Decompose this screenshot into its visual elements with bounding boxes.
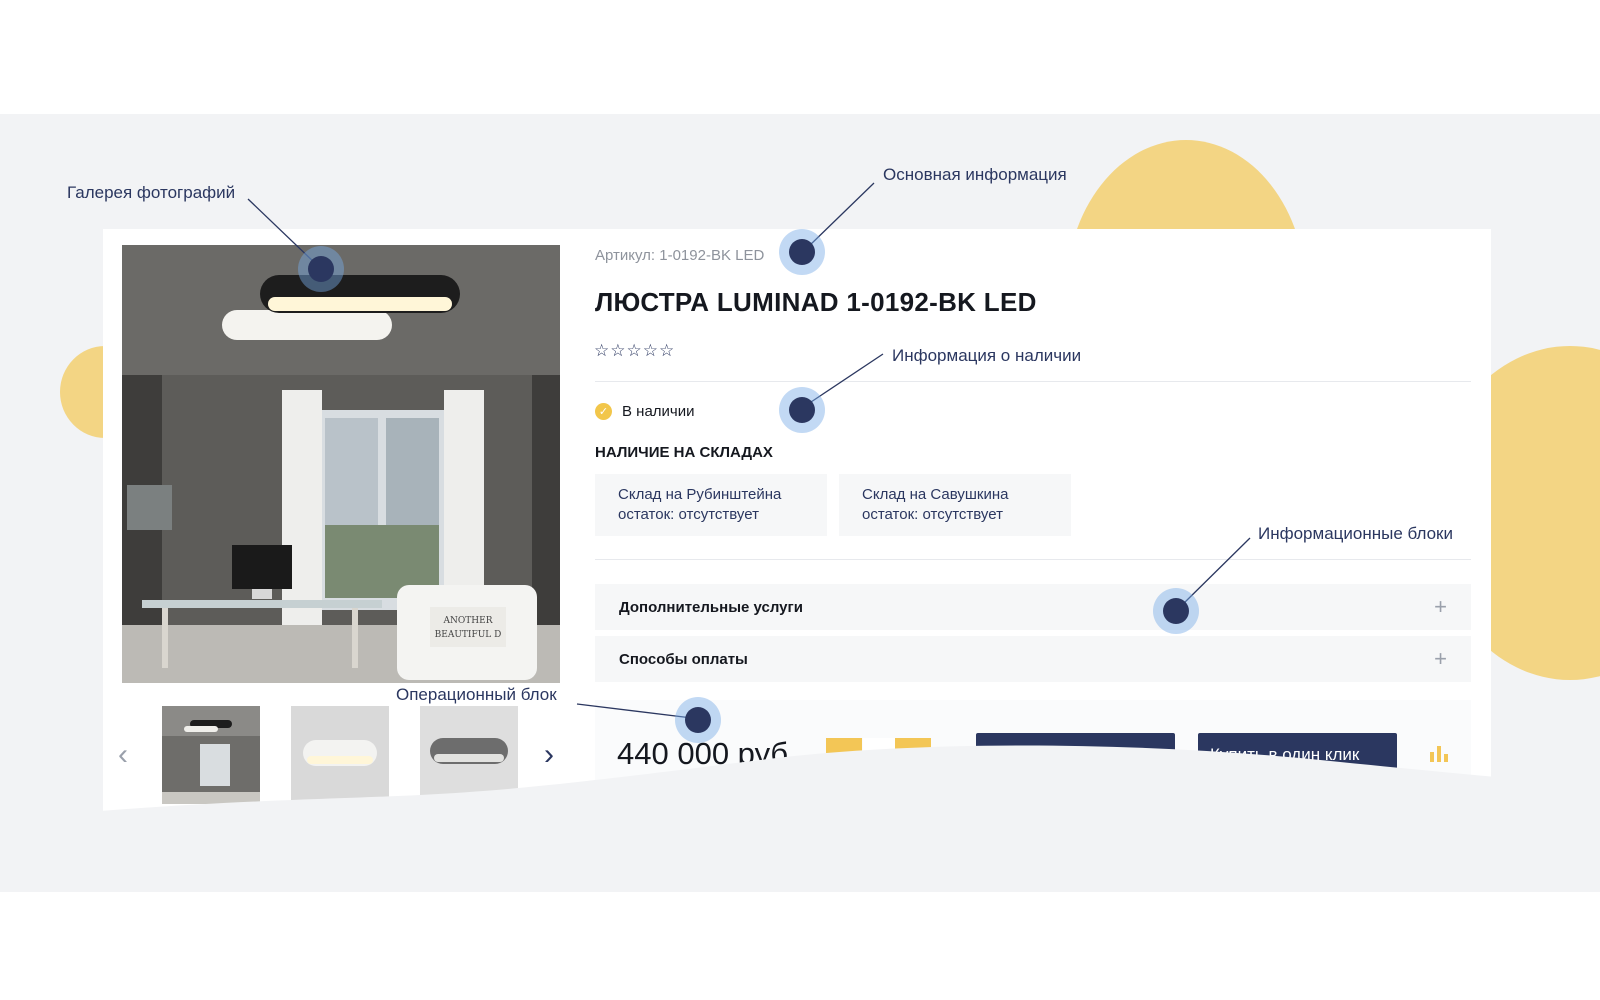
annotation-availability: Информация о наличии	[892, 346, 1082, 365]
warehouse-name: Склад на Савушкина	[862, 486, 1009, 503]
annotation-marker	[298, 246, 344, 292]
check-circle-icon: ✓	[595, 403, 612, 420]
product-sku: Артикул: 1-0192-BK LED	[595, 247, 765, 264]
annotation-marker	[675, 697, 721, 743]
annotation-marker	[1153, 588, 1199, 634]
warehouse-card: Склад на Савушкина остаток: отсутствует	[839, 474, 1071, 536]
warehouses-heading: НАЛИЧИЕ НА СКЛАДАХ	[595, 444, 773, 461]
accordion-label: Дополнительные услуги	[619, 598, 803, 616]
warehouse-remainder: остаток: отсутствует	[618, 506, 759, 523]
warehouse-card: Склад на Рубинштейна остаток: отсутствуе…	[595, 474, 827, 536]
product-title: ЛЮСТРА LUMINAD 1-0192-BK LED	[595, 287, 1037, 317]
stock-status: ✓ В наличии	[595, 403, 695, 420]
annotation-gallery: Галерея фотографий	[67, 183, 236, 202]
svg-text:BEAUTIFUL D: BEAUTIFUL D	[435, 630, 502, 640]
svg-text:ANOTHER: ANOTHER	[443, 616, 493, 626]
decor-wave	[0, 745, 1600, 892]
annotation-marker	[779, 229, 825, 275]
divider	[595, 559, 1471, 560]
plus-icon: +	[1434, 646, 1447, 671]
rating-stars[interactable]: ☆☆☆☆☆	[594, 341, 675, 361]
annotation-main-info: Основная информация	[883, 165, 1067, 184]
divider	[595, 381, 1471, 382]
annotation-operation-block: Операционный блок	[396, 685, 557, 704]
annotation-info-blocks: Информационные блоки	[1258, 524, 1453, 543]
annotation-marker	[779, 387, 825, 433]
warehouse-remainder: остаток: отсутствует	[862, 506, 1003, 523]
gallery-main-photo[interactable]: ANOTHER BEAUTIFUL D	[122, 245, 560, 683]
stock-status-label: В наличии	[622, 403, 695, 420]
accordion-label: Способы оплаты	[619, 650, 748, 668]
accordion-payment-methods[interactable]: Способы оплаты +	[595, 636, 1471, 682]
plus-icon: +	[1434, 594, 1447, 619]
warehouse-name: Склад на Рубинштейна	[618, 486, 782, 503]
accordion-additional-services[interactable]: Дополнительные услуги +	[595, 584, 1471, 630]
